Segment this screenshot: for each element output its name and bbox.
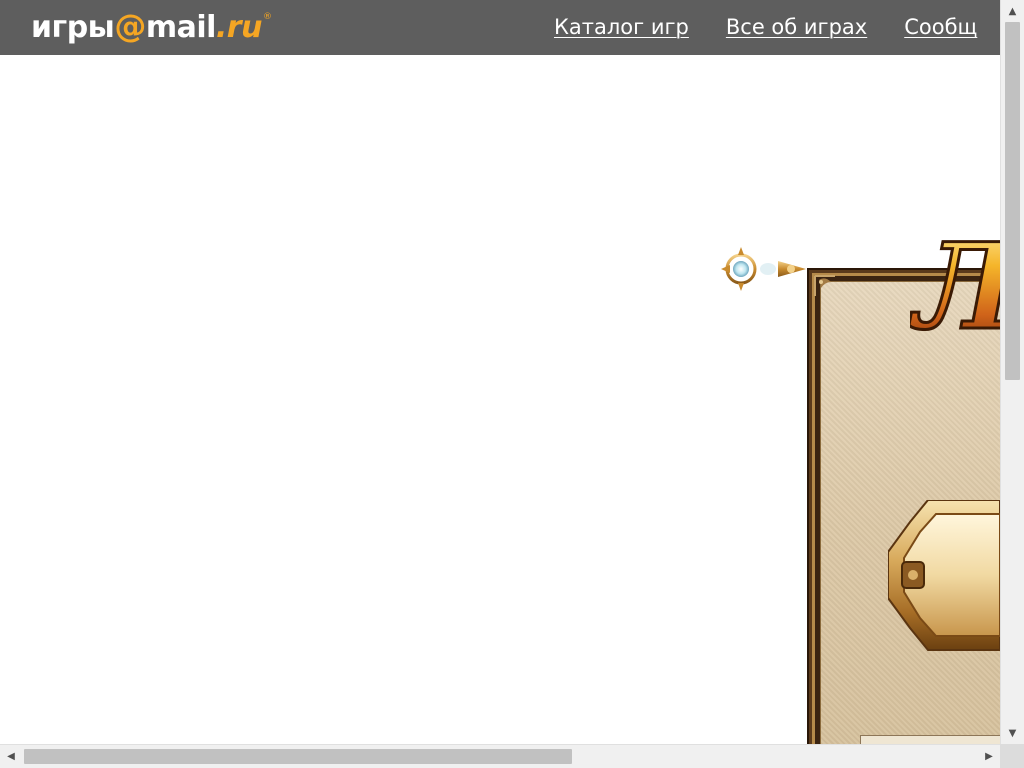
scrollbar-corner: [1000, 744, 1024, 768]
nav-link-catalog[interactable]: Каталог игр: [554, 15, 689, 39]
arrow-up-icon[interactable]: ▲: [1001, 0, 1024, 22]
vertical-scrollbar[interactable]: ▲ ▼: [1000, 0, 1024, 744]
nav-link-all-about-games[interactable]: Все об играх: [726, 15, 867, 39]
horizontal-scroll-thumb[interactable]: [24, 749, 572, 764]
game-title-logo: Ле: [910, 216, 1000, 341]
top-bar: игры @ mail .ru ® Каталог игр Все об играх Соо…: [0, 0, 1000, 55]
vertical-scroll-thumb[interactable]: [1005, 22, 1020, 380]
top-navigation: Каталог игр Все об играх Сообщ: [554, 14, 1000, 40]
arrow-down-icon[interactable]: ▼: [1001, 722, 1024, 744]
game-banner[interactable]: Ле: [700, 195, 1000, 744]
logo-mail-text: mail: [145, 10, 217, 45]
logo-registered-mark: ®: [262, 12, 272, 22]
arrow-left-icon[interactable]: ◀: [0, 745, 22, 768]
arrow-right-icon[interactable]: ▶: [978, 745, 1000, 768]
horizontal-scrollbar[interactable]: ◀ ▶: [0, 744, 1000, 768]
logo-igry-text: игры: [31, 10, 115, 45]
frame-corner-ornament: [814, 275, 835, 296]
banner-bottom-strip: [860, 735, 1000, 744]
page-viewport: игры @ mail .ru ® Каталог игр Все об играх Соо…: [0, 0, 1000, 744]
magic-staff-ornament: [721, 247, 816, 291]
igry-mail-ru-logo[interactable]: игры @ mail .ru ®: [31, 6, 272, 46]
play-button-ornament[interactable]: [888, 500, 1000, 660]
game-title-text: Ле: [910, 217, 1000, 340]
logo-ru-text: .ru: [215, 10, 263, 45]
logo-at-sign: @: [114, 7, 146, 45]
nav-link-community[interactable]: Сообщ: [904, 15, 977, 39]
